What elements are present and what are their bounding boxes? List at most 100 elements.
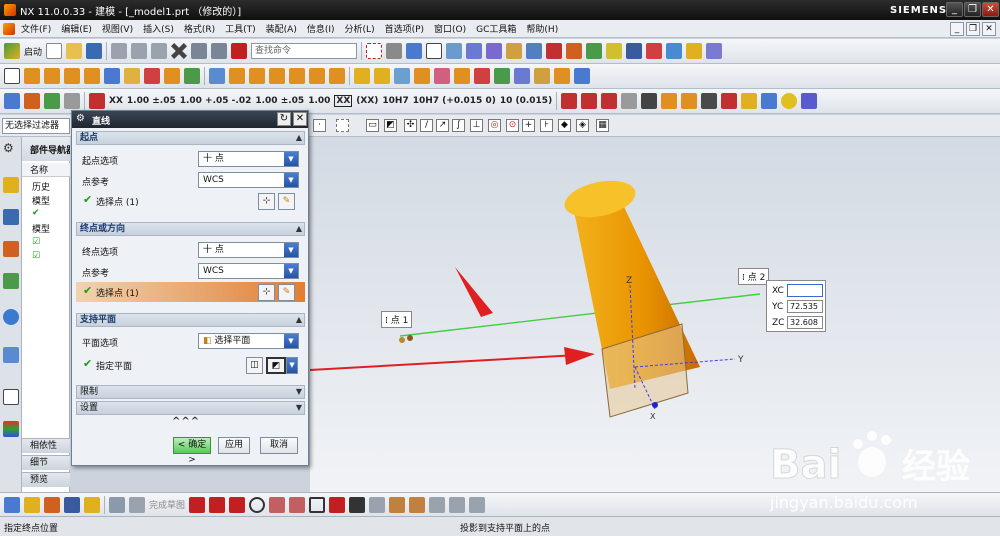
- selection-filter-dropdown[interactable]: 无选择过滤器: [2, 118, 70, 134]
- background-icon[interactable]: [426, 43, 443, 59]
- menu-gc-toolbox[interactable]: GC工具箱: [476, 22, 516, 35]
- angle-icon[interactable]: [601, 93, 618, 109]
- motion-icon[interactable]: [686, 43, 703, 59]
- menu-edit[interactable]: 编辑(E): [61, 22, 92, 35]
- ok-button[interactable]: < 确定 >: [173, 437, 211, 465]
- dim-style-1[interactable]: XX: [109, 96, 123, 106]
- nav-tab-dependencies[interactable]: 相依性: [22, 438, 70, 453]
- datum-plane-icon[interactable]: [104, 68, 120, 84]
- menu-assembly[interactable]: 装配(A): [266, 22, 297, 35]
- polygon-icon[interactable]: [329, 496, 346, 513]
- radius-icon[interactable]: [581, 93, 598, 109]
- dimension-icon[interactable]: [546, 43, 563, 59]
- snap-curve-icon[interactable]: ∫: [452, 119, 465, 132]
- minimize-button[interactable]: _: [946, 2, 963, 17]
- start-icon[interactable]: [4, 43, 20, 59]
- geometric-constraint-icon[interactable]: [449, 496, 466, 513]
- dialog-gear-icon[interactable]: ⚙: [76, 113, 85, 124]
- move-component-icon[interactable]: [44, 496, 60, 513]
- material-icon[interactable]: [741, 93, 758, 109]
- select-face-icon[interactable]: ◩: [384, 119, 397, 132]
- dialog-collapse-handle[interactable]: ^^^: [172, 416, 200, 427]
- diameter-icon[interactable]: [561, 93, 578, 109]
- clone-icon[interactable]: [666, 43, 683, 59]
- plane-dialog-icon[interactable]: ◫: [246, 357, 263, 374]
- measure-icon[interactable]: [446, 43, 463, 59]
- show-hide-icon[interactable]: [486, 43, 503, 59]
- part-navigator-icon[interactable]: [3, 241, 19, 257]
- assembly-icon[interactable]: [566, 43, 583, 59]
- dim-style-8[interactable]: 10H7: [382, 96, 408, 106]
- dim-style-9[interactable]: 10H7 (+0.015 0): [413, 96, 496, 106]
- open-folder-icon[interactable]: [66, 43, 83, 59]
- snap-grid-icon[interactable]: ▦: [596, 119, 609, 132]
- edge-blend-icon[interactable]: [354, 68, 370, 84]
- constraint-icon[interactable]: [606, 43, 623, 59]
- select-body-icon[interactable]: ▭: [366, 119, 379, 132]
- rectangle-icon[interactable]: [309, 496, 326, 513]
- cylinder-icon[interactable]: [84, 68, 100, 84]
- revolve-icon[interactable]: [44, 68, 60, 84]
- nav-row-model-history[interactable]: 模型: [32, 222, 70, 235]
- search-pmi-icon[interactable]: [761, 93, 778, 109]
- explode-icon[interactable]: [626, 43, 643, 59]
- dim-style-4[interactable]: 1.00 ±.05: [255, 96, 304, 106]
- dim-style-2[interactable]: 1.00 ±.05: [127, 96, 176, 106]
- section-settings[interactable]: 设置 ▼: [76, 401, 305, 415]
- circle-icon[interactable]: [249, 496, 266, 513]
- snap-quadrant-icon[interactable]: ⊙: [506, 119, 519, 132]
- mate-icon[interactable]: [64, 496, 80, 513]
- array-component-icon[interactable]: [84, 496, 100, 513]
- route-icon[interactable]: [706, 43, 723, 59]
- menu-window[interactable]: 窗口(O): [434, 22, 466, 35]
- snap-bounded-icon[interactable]: ◈: [576, 119, 589, 132]
- doc-minimize-button[interactable]: _: [950, 22, 964, 36]
- pocket-icon[interactable]: [249, 68, 265, 84]
- nav-tab-details[interactable]: 细节: [22, 455, 70, 470]
- arc-icon[interactable]: [229, 496, 246, 513]
- cut-icon[interactable]: [111, 43, 128, 59]
- offset-face-icon[interactable]: [514, 68, 530, 84]
- menu-view[interactable]: 视图(V): [102, 22, 133, 35]
- plane-inference-icon[interactable]: ◩: [266, 357, 286, 374]
- line-command-icon[interactable]: [231, 43, 248, 59]
- layer-icon[interactable]: [506, 43, 523, 59]
- datum-feature-icon[interactable]: [621, 93, 638, 109]
- groove-icon[interactable]: [309, 68, 325, 84]
- dim-style-6[interactable]: XX: [334, 95, 353, 107]
- menu-file[interactable]: 文件(F): [21, 22, 51, 35]
- end-point-inference-icon[interactable]: ✎: [278, 284, 295, 301]
- profile-icon[interactable]: [189, 496, 206, 513]
- nav-row-camera[interactable]: ✔: [32, 208, 70, 218]
- section-limits[interactable]: 限制 ▼: [76, 385, 305, 399]
- dialog-close-icon[interactable]: ✕: [293, 112, 307, 126]
- nav-row-model-views[interactable]: 模型: [32, 194, 70, 207]
- rapid-dim-icon[interactable]: [89, 93, 105, 109]
- end-option-dropdown[interactable]: 十 点 ▼: [198, 242, 299, 258]
- snap-tangent-icon[interactable]: ⊦: [540, 119, 553, 132]
- fit-view-icon[interactable]: [366, 43, 383, 59]
- menu-analysis[interactable]: 分析(L): [345, 22, 375, 35]
- wave-icon[interactable]: [646, 43, 663, 59]
- trim-body-icon[interactable]: [474, 68, 490, 84]
- app-menu-icon[interactable]: [3, 22, 15, 35]
- start-ref-dropdown[interactable]: WCS ▼: [198, 172, 299, 188]
- reuse-library-icon[interactable]: [3, 273, 19, 289]
- sketch-line-icon[interactable]: [209, 496, 226, 513]
- scale-icon[interactable]: [554, 68, 570, 84]
- section-start[interactable]: 起点 ▲: [76, 131, 305, 145]
- rib-icon[interactable]: [329, 68, 345, 84]
- nav-tab-preview[interactable]: 预览: [22, 472, 70, 487]
- quick-extend-icon[interactable]: [409, 496, 426, 513]
- menu-info[interactable]: 信息(I): [307, 22, 335, 35]
- plane-option-dropdown[interactable]: ◧ 选择平面 ▼: [198, 333, 299, 349]
- assembly-navigator-icon[interactable]: [3, 177, 19, 193]
- dialog-reset-icon[interactable]: ↻: [277, 112, 291, 126]
- snap-line-icon[interactable]: /: [420, 119, 433, 132]
- assembly-bottom-icon[interactable]: [4, 496, 20, 513]
- start-label[interactable]: 启动: [24, 45, 42, 58]
- nav-row-history[interactable]: 历史: [32, 180, 70, 193]
- delete-icon[interactable]: [171, 43, 188, 59]
- menu-insert[interactable]: 插入(S): [143, 22, 174, 35]
- system-material-icon[interactable]: [3, 389, 19, 405]
